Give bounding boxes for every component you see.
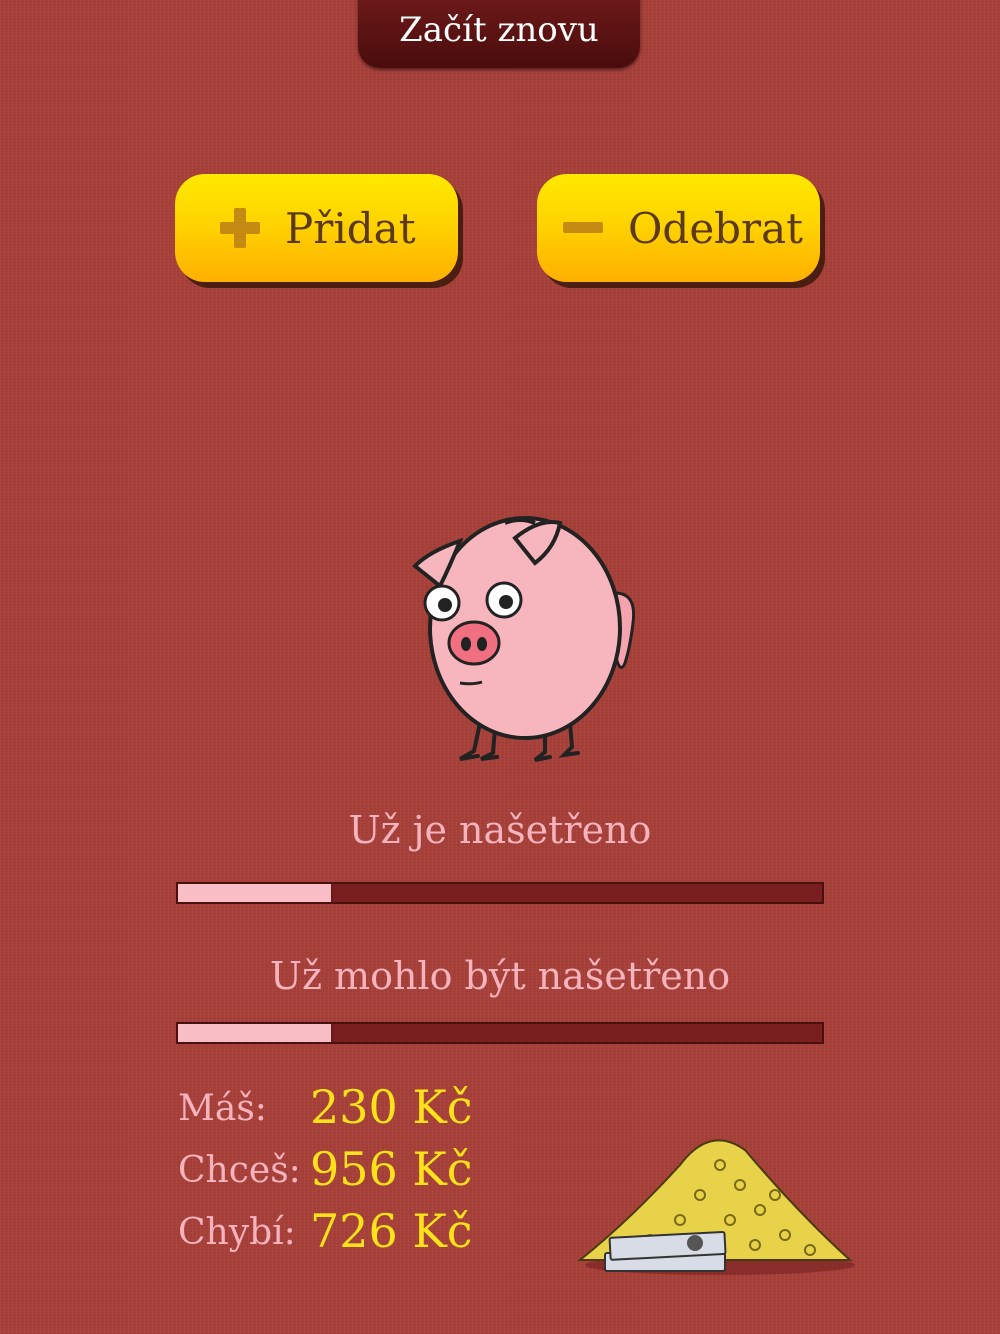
want-value: 956 Kč: [310, 1142, 473, 1196]
add-button[interactable]: Přidat: [175, 174, 458, 282]
piggy-bank-illustration: [412, 516, 636, 762]
coin-pile-illustration: [577, 1139, 855, 1275]
remove-button[interactable]: Odebrat: [537, 174, 820, 282]
have-value: 230 Kč: [310, 1080, 473, 1134]
have-label: Máš:: [178, 1088, 267, 1129]
missing-label: Chybí:: [178, 1212, 296, 1253]
missing-value: 726 Kč: [310, 1204, 473, 1258]
saved-progress-bar: [176, 882, 824, 904]
restart-button[interactable]: Začít znovu: [358, 0, 640, 68]
saved-progress-fill: [178, 884, 333, 902]
should-be-saved-progress-fill: [178, 1024, 333, 1042]
saved-label: Už je našetřeno: [348, 808, 652, 852]
want-label: Chceš:: [178, 1150, 301, 1191]
add-button-label: Přidat: [285, 203, 416, 253]
minus-icon: [563, 208, 603, 248]
plus-icon: [220, 208, 260, 248]
should-be-saved-label: Už mohlo být našetřeno: [269, 954, 731, 998]
remove-button-label: Odebrat: [628, 203, 804, 253]
should-be-saved-progress-bar: [176, 1022, 824, 1044]
